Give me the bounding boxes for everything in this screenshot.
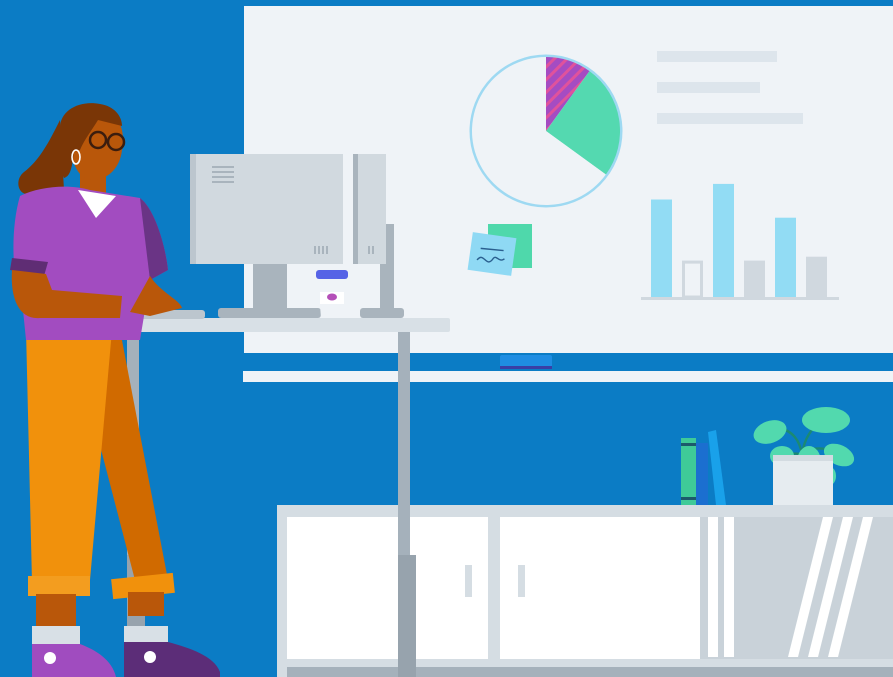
tower-foot [360, 308, 404, 318]
tower-vent [372, 246, 374, 254]
monitor-vent [212, 166, 234, 168]
bar [651, 199, 672, 297]
cabinet-door-right [500, 517, 700, 659]
computer-tower-edge [353, 154, 358, 264]
cabinet-base [277, 659, 893, 667]
monitor-port [314, 246, 316, 254]
text-placeholder-line [657, 51, 777, 62]
text-placeholder-line [657, 82, 760, 93]
ankle-back [128, 592, 164, 616]
bar [744, 260, 765, 297]
shoe-logo [144, 651, 156, 663]
monitor-edge [190, 154, 196, 264]
bar [775, 217, 796, 297]
book [681, 438, 696, 505]
bar [713, 183, 734, 297]
monitor-vent [212, 176, 234, 178]
monitor-port [322, 246, 324, 254]
marker-eraser-base [500, 366, 552, 369]
cabinet-handle [465, 565, 472, 597]
cuff-front [28, 576, 90, 596]
cup-lid [316, 270, 348, 279]
cabinet-door-left [287, 517, 488, 659]
office-illustration [0, 0, 893, 677]
cabinet-plinth [287, 667, 893, 677]
plant-pot-rim [773, 455, 833, 461]
monitor-port [318, 246, 320, 254]
bar [806, 256, 827, 297]
whiteboard-tray [243, 371, 893, 382]
ankle-front [36, 594, 76, 626]
book-band [681, 443, 696, 446]
cabinet-handle [518, 565, 525, 597]
bar-chart-baseline [641, 297, 839, 300]
plant-pot [773, 455, 833, 505]
cup-logo [327, 293, 337, 301]
sticky-note-blue [467, 232, 517, 276]
monitor [190, 154, 343, 264]
shoe-logo [44, 652, 56, 664]
shelf-book [708, 517, 718, 657]
monitor-vent [212, 181, 234, 183]
text-placeholder-line [657, 113, 803, 124]
book-band [681, 497, 696, 500]
cabinet [277, 505, 893, 677]
plant-leaf [802, 407, 850, 433]
sock-front [32, 626, 80, 644]
coffee-cup-icon [316, 270, 348, 318]
tower-vent [368, 246, 370, 254]
monitor-port [326, 246, 328, 254]
monitor-vent [212, 171, 234, 173]
book [696, 443, 708, 505]
desk-leg-lower [398, 555, 416, 677]
shelf-book [724, 517, 734, 657]
monitor-foot [218, 308, 321, 318]
pie-chart-icon [469, 54, 623, 208]
sock-back [124, 626, 168, 642]
bar [682, 260, 703, 299]
